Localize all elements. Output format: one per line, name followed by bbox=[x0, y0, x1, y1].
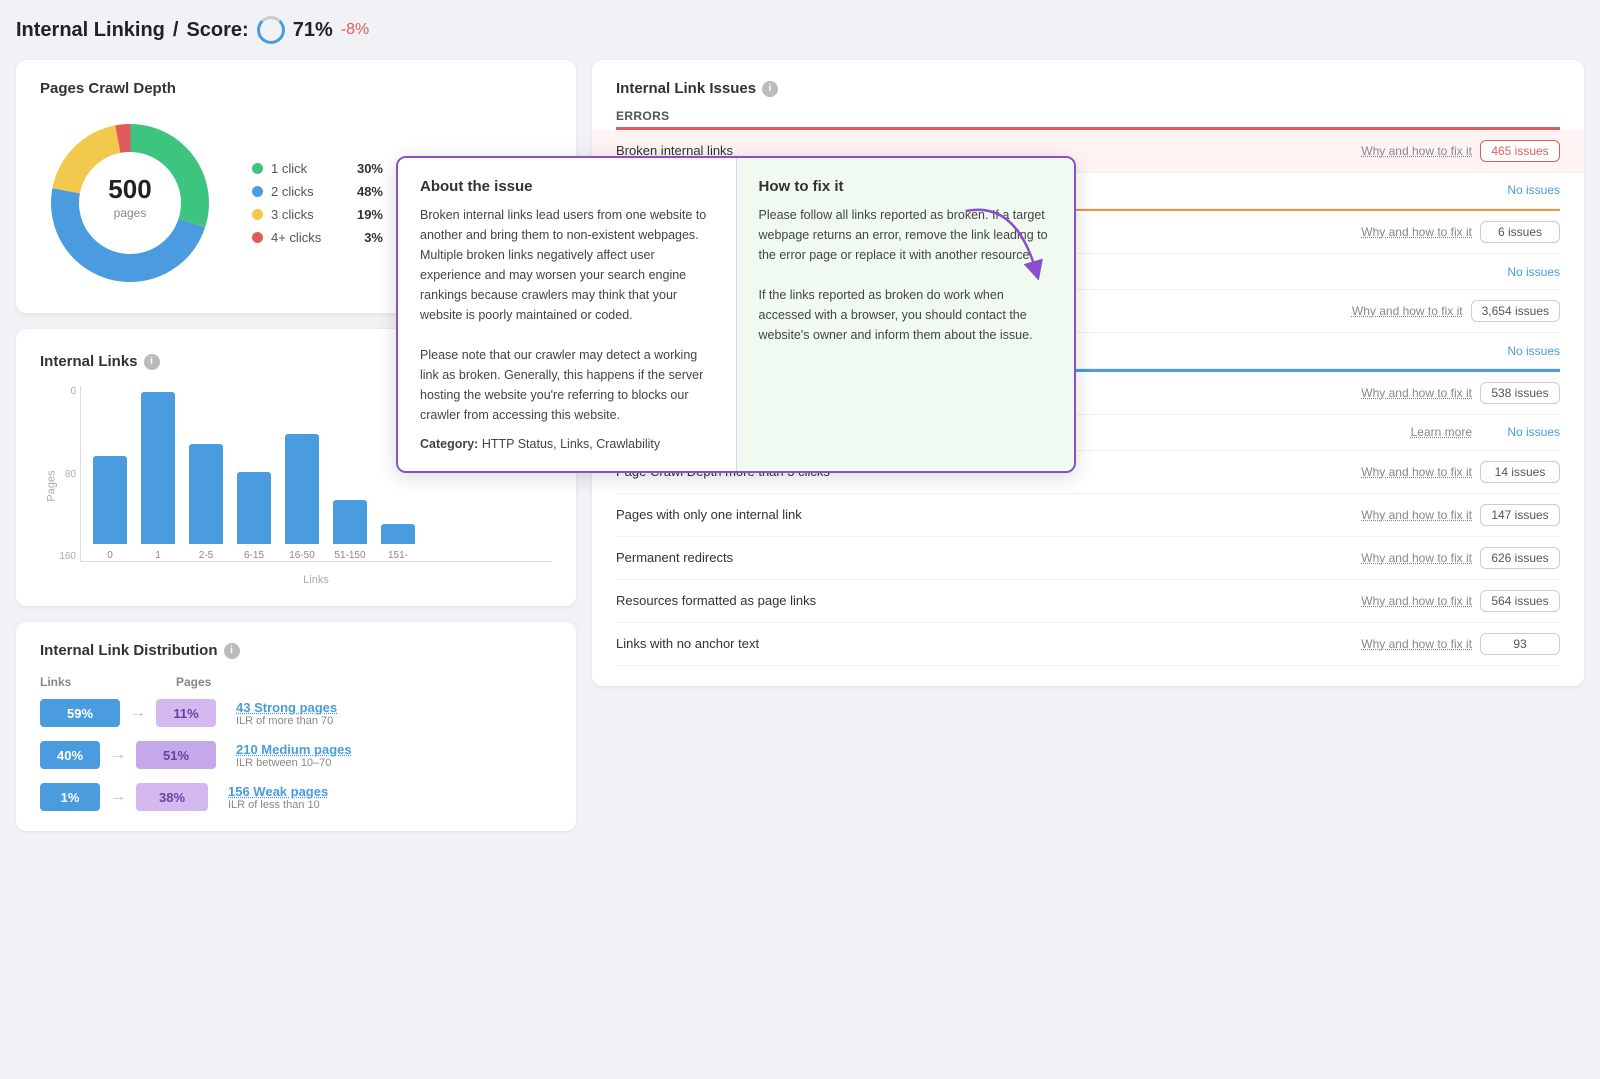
bar-2-5 bbox=[189, 444, 223, 544]
page-header: Internal Linking / Score: 71% -8% bbox=[16, 16, 1584, 44]
issue-row-one-link: Pages with only one internal link Why an… bbox=[616, 494, 1560, 537]
bar-col-2-5: 2-5 bbox=[189, 444, 223, 561]
too-many-fix-link[interactable]: Why and how to fix it bbox=[1352, 304, 1463, 318]
orphaned-badge: No issues bbox=[1480, 425, 1560, 439]
header-separator: / bbox=[173, 19, 179, 42]
tooltip-category: Category: HTTP Status, Links, Crawlabili… bbox=[420, 437, 714, 451]
crawl-depth-fix-link[interactable]: Why and how to fix it bbox=[1361, 465, 1472, 479]
distribution-card: Internal Link Distribution i Links Pages… bbox=[16, 622, 576, 831]
dist-arrow-medium: → bbox=[110, 746, 126, 764]
x-axis-title: Links bbox=[80, 546, 552, 586]
links-redirect-badge: No issues bbox=[1480, 265, 1560, 279]
donut-chart: 500 pages bbox=[40, 113, 220, 293]
internal-links-title: Internal Links i bbox=[40, 353, 160, 370]
redirect-chains-badge: No issues bbox=[1480, 183, 1560, 197]
issue-row-permanent-redirects: Permanent redirects Why and how to fix i… bbox=[616, 537, 1560, 580]
y-axis-title: Pages bbox=[46, 470, 58, 501]
distribution-rows: 59% → 11% 43 Strong pages ILR of more th… bbox=[40, 699, 552, 811]
dist-links-weak: 1% bbox=[40, 783, 100, 811]
legend-dot-4clicks bbox=[252, 232, 263, 243]
legend-dot-3clicks bbox=[252, 209, 263, 220]
no-anchor-badge: 93 bbox=[1480, 633, 1560, 655]
broken-resources-badge: 538 issues bbox=[1480, 382, 1560, 404]
dist-row-weak: 1% → 38% 156 Weak pages ILR of less than… bbox=[40, 783, 552, 811]
dist-row-strong: 59% → 11% 43 Strong pages ILR of more th… bbox=[40, 699, 552, 727]
page-title-main: Internal Linking bbox=[16, 19, 165, 42]
too-many-badge: 3,654 issues bbox=[1471, 300, 1560, 322]
dist-row-medium: 40% → 51% 210 Medium pages ILR between 1… bbox=[40, 741, 552, 769]
bar-col-16-50: 16-50 bbox=[285, 434, 319, 561]
dist-arrow-weak: → bbox=[110, 788, 126, 806]
nondescriptive-badge: No issues bbox=[1480, 344, 1560, 358]
broken-resources-fix-link[interactable]: Why and how to fix it bbox=[1361, 386, 1472, 400]
crawl-depth-badge: 14 issues bbox=[1480, 461, 1560, 483]
tooltip-fix-body: Please follow all links reported as brok… bbox=[759, 205, 1053, 345]
score-delta: -8% bbox=[341, 21, 369, 39]
permanent-redirects-fix-link[interactable]: Why and how to fix it bbox=[1361, 551, 1472, 565]
tooltip-about-body: Broken internal links lead users from on… bbox=[420, 205, 714, 425]
tooltip-fix-title: How to fix it bbox=[759, 178, 1053, 195]
issue-row-no-anchor: Links with no anchor text Why and how to… bbox=[616, 623, 1560, 666]
bar-6-15 bbox=[237, 472, 271, 544]
resources-formatted-badge: 564 issues bbox=[1480, 590, 1560, 612]
bar-1 bbox=[141, 392, 175, 544]
crawl-depth-title: Pages Crawl Depth bbox=[40, 80, 552, 97]
score-circle-icon bbox=[257, 16, 285, 44]
distribution-title: Internal Link Distribution i bbox=[40, 642, 552, 659]
dist-links-medium: 40% bbox=[40, 741, 100, 769]
score-percentage: 71% bbox=[293, 19, 333, 42]
resources-formatted-fix-link[interactable]: Why and how to fix it bbox=[1361, 594, 1472, 608]
dist-pages-medium: 51% bbox=[136, 741, 216, 769]
permanent-redirects-badge: 626 issues bbox=[1480, 547, 1560, 569]
broken-external-fix-link[interactable]: Why and how to fix it bbox=[1361, 225, 1472, 239]
one-link-fix-link[interactable]: Why and how to fix it bbox=[1361, 508, 1472, 522]
one-link-badge: 147 issues bbox=[1480, 504, 1560, 526]
bar-16-50 bbox=[285, 434, 319, 544]
bar-col-1: 1 bbox=[141, 392, 175, 561]
orphaned-learn-link[interactable]: Learn more bbox=[1411, 425, 1472, 439]
issue-row-resources-formatted: Resources formatted as page links Why an… bbox=[616, 580, 1560, 623]
dist-label-weak: 156 Weak pages ILR of less than 10 bbox=[228, 784, 328, 811]
donut-sublabel: pages bbox=[114, 206, 147, 220]
dist-label-strong: 43 Strong pages ILR of more than 70 bbox=[236, 700, 337, 727]
no-anchor-fix-link[interactable]: Why and how to fix it bbox=[1361, 637, 1472, 651]
tooltip-about: About the issue Broken internal links le… bbox=[398, 158, 737, 471]
dist-pages-header: Pages bbox=[176, 675, 256, 689]
dist-links-header: Links bbox=[40, 675, 120, 689]
score-label: Score: bbox=[186, 19, 248, 42]
link-issues-title: Internal Link Issues i bbox=[616, 80, 1560, 97]
dist-label-medium: 210 Medium pages ILR between 10–70 bbox=[236, 742, 352, 769]
tooltip-fix: How to fix it Please follow all links re… bbox=[737, 158, 1075, 471]
dist-links-strong: 59% bbox=[40, 699, 120, 727]
legend-dot-1click bbox=[252, 163, 263, 174]
broken-internal-badge: 465 issues bbox=[1480, 140, 1560, 162]
bar-51-150 bbox=[333, 500, 367, 544]
link-issues-info-icon[interactable]: i bbox=[762, 81, 778, 97]
tooltip-overlay: About the issue Broken internal links le… bbox=[396, 156, 1076, 473]
distribution-info-icon[interactable]: i bbox=[224, 643, 240, 659]
errors-section-label: Errors bbox=[616, 109, 1560, 123]
dist-arrow-strong: → bbox=[130, 704, 146, 722]
dist-pages-strong: 11% bbox=[156, 699, 216, 727]
legend-dot-2clicks bbox=[252, 186, 263, 197]
dist-pages-weak: 38% bbox=[136, 783, 208, 811]
bar-151 bbox=[381, 524, 415, 544]
broken-internal-fix-link[interactable]: Why and how to fix it bbox=[1361, 144, 1472, 158]
broken-external-badge: 6 issues bbox=[1480, 221, 1560, 243]
tooltip-about-title: About the issue bbox=[420, 178, 714, 195]
donut-number: 500 bbox=[108, 174, 151, 204]
internal-links-info-icon[interactable]: i bbox=[144, 354, 160, 370]
bar-0 bbox=[93, 456, 127, 544]
